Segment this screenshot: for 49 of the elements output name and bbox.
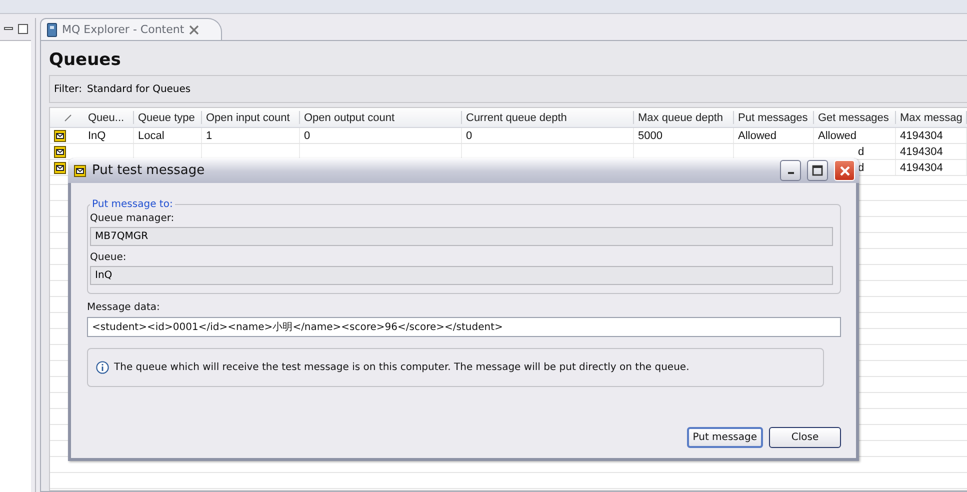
column-header[interactable]: Current queue depth (462, 111, 634, 124)
group-label: Put message to: (91, 199, 174, 210)
filter-value[interactable]: Standard for Queues (86, 84, 191, 94)
column-header[interactable]: Queu... (84, 111, 134, 124)
readonly-field: InQ (90, 266, 833, 285)
maximize-icon (812, 165, 823, 176)
column-header[interactable]: Max messag (896, 111, 967, 124)
dialog-button[interactable]: Put message (686, 427, 763, 448)
dialog-title: Put test message (92, 163, 206, 178)
table-cell: Allowed (734, 128, 814, 143)
maximize-icon[interactable] (18, 24, 28, 34)
table-cell: Allowed (814, 128, 896, 143)
table-row[interactable]: InQ Local 1 0 0 5000 Allowed Allowed 4194304 (50, 128, 967, 144)
editor-tab[interactable]: MQ Explorer - Content (40, 18, 222, 40)
close-icon[interactable] (189, 24, 200, 34)
message-input[interactable]: <student><id>0001</id><name>小明</name><score>96</score></student> (87, 317, 841, 337)
column-header[interactable]: Queue type (134, 111, 202, 124)
queue-icon (54, 130, 66, 142)
table-cell: 4194304 (896, 144, 967, 159)
minimize-button[interactable] (780, 160, 801, 181)
field-label: Message data: (87, 301, 161, 315)
readonly-field: MB7QMGR (90, 227, 833, 246)
queue-icon (54, 146, 66, 158)
column-header[interactable]: Get messages (814, 111, 896, 124)
close-icon (838, 164, 850, 176)
table-cell: 5000 (634, 128, 734, 143)
field-label: Queue manager: (90, 212, 176, 226)
field-label: Queue: (90, 251, 128, 265)
book-icon (47, 22, 57, 36)
column-header[interactable]: Open input count (202, 111, 300, 124)
table-cell: 1 (202, 128, 300, 143)
table-cell: InQ (84, 128, 134, 143)
page-heading: Queues (49, 49, 122, 72)
queue-icon (74, 164, 86, 176)
column-header[interactable]: Max queue depth (634, 111, 734, 124)
table-cell: 4194304 (896, 128, 967, 143)
pencil-icon (64, 114, 72, 122)
info-text: The queue which will receive the test message is on this computer. The message will be put directly on the queue. (114, 362, 690, 373)
table-cell: 0 (300, 128, 462, 143)
column-header[interactable]: Open output count (300, 111, 462, 124)
table-cell: 0 (462, 128, 634, 143)
table-cell: Local (134, 128, 202, 143)
column-header[interactable]: Put messages (734, 111, 814, 124)
filter-label: Filter: (54, 84, 82, 94)
dialog-button[interactable]: Close (769, 427, 841, 448)
maximize-button[interactable] (807, 160, 828, 181)
info-icon (96, 361, 109, 374)
table-cell: 4194304 (896, 160, 967, 175)
close-button[interactable] (834, 160, 855, 181)
